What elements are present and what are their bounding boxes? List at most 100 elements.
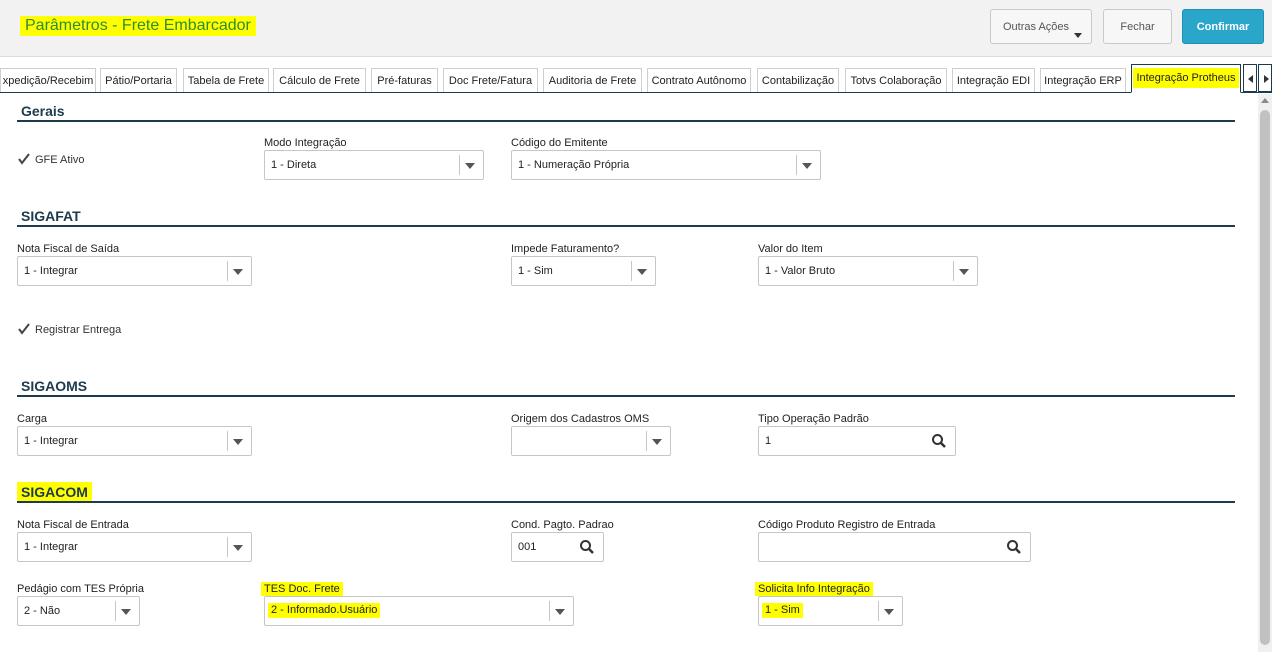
carga-value: 1 - Integrar — [24, 435, 78, 447]
chevron-down-icon — [802, 163, 812, 169]
codigo-emitente-value: 1 - Numeração Própria — [518, 159, 630, 171]
registrar-entrega-checkbox[interactable]: Registrar Entrega — [17, 322, 137, 338]
solicita-info-label-text: Solicita Info Integração — [755, 582, 873, 596]
more-actions-button[interactable]: Outras Ações — [990, 9, 1092, 44]
search-icon[interactable] — [931, 433, 947, 449]
field-separator — [115, 601, 116, 621]
scrollbar-thumb[interactable] — [1260, 110, 1270, 645]
section-title-sigaoms: SIGAOMS — [21, 378, 88, 394]
vertical-scrollbar[interactable] — [1258, 94, 1272, 652]
tab-bar: xpedição/Recebim Pátio/Portaria Tabela d… — [0, 64, 1272, 93]
chevron-down-icon — [959, 269, 969, 275]
tes-doc-frete-select[interactable]: 2 - Informado.Usuário — [264, 596, 574, 626]
solicita-info-value: 1 - Sim — [762, 603, 803, 618]
section-title-gerais: Gerais — [21, 103, 65, 119]
impede-faturamento-select[interactable]: 1 - Sim — [511, 256, 656, 286]
chevron-down-icon — [465, 163, 475, 169]
tab-doc-frete-fatura[interactable]: Doc Frete/Fatura — [443, 68, 538, 92]
pedagio-label: Pedágio com TES Própria — [17, 583, 144, 595]
field-separator — [227, 261, 228, 281]
tab-prev-button[interactable] — [1243, 64, 1257, 92]
nota-fiscal-saida-select[interactable]: 1 - Integrar — [17, 256, 252, 286]
arrow-left-icon — [1248, 75, 1253, 83]
scroll-up-icon[interactable] — [1261, 98, 1269, 103]
tab-integracao-edi[interactable]: Integração EDI — [952, 68, 1035, 92]
checkmark-icon — [18, 153, 30, 165]
tab-integracao-protheus[interactable]: Integração Protheus — [1131, 64, 1241, 93]
field-separator — [549, 601, 550, 621]
solicita-info-select[interactable]: 1 - Sim — [758, 596, 903, 626]
caret-down-icon — [1074, 33, 1082, 38]
modo-integracao-select[interactable]: 1 - Direta — [264, 150, 484, 180]
section-divider — [17, 395, 1235, 397]
field-separator — [953, 261, 954, 281]
section-title-sigafat: SIGAFAT — [21, 208, 81, 224]
header-bar: Parâmetros - Frete Embarcador Outras Açõ… — [0, 0, 1272, 57]
carga-select[interactable]: 1 - Integrar — [17, 426, 252, 456]
tab-contrato-autonomo[interactable]: Contrato Autônomo — [647, 68, 751, 92]
section-title-sigacom: SIGACOM — [17, 482, 92, 502]
nota-fiscal-saida-value: 1 - Integrar — [24, 265, 78, 277]
tipo-operacao-value: 1 — [765, 435, 772, 447]
tab-next-button[interactable] — [1258, 64, 1272, 92]
tab-totvs-colaboracao[interactable]: Totvs Colaboração — [845, 68, 947, 92]
impede-faturamento-label: Impede Faturamento? — [511, 243, 620, 255]
chevron-down-icon — [884, 609, 894, 615]
modo-integracao-label: Modo Integração — [264, 137, 347, 149]
codigo-produto-input[interactable] — [758, 532, 1031, 562]
carga-label: Carga — [17, 413, 47, 425]
tab-contabilizacao[interactable]: Contabilização — [757, 68, 839, 92]
tab-auditoria-frete[interactable]: Auditoria de Frete — [543, 68, 642, 92]
gfe-ativo-checkbox[interactable]: GFE Ativo — [17, 152, 117, 168]
search-icon[interactable] — [1006, 539, 1022, 555]
chevron-down-icon — [637, 269, 647, 275]
tab-calculo-frete[interactable]: Cálculo de Frete — [273, 68, 366, 92]
tab-integracao-protheus-label: Integração Protheus — [1133, 68, 1239, 88]
modo-integracao-value: 1 - Direta — [271, 159, 317, 171]
section-divider — [17, 120, 1235, 122]
chevron-down-icon — [233, 269, 243, 275]
gfe-ativo-label: GFE Ativo — [35, 154, 85, 166]
form-content: Gerais GFE Ativo Modo Integração 1 - Dir… — [0, 94, 1272, 652]
field-separator — [459, 155, 460, 175]
tipo-operacao-input[interactable]: 1 — [758, 426, 956, 456]
origem-cadastros-select[interactable] — [511, 426, 671, 456]
registrar-entrega-label: Registrar Entrega — [35, 324, 122, 336]
tab-tabela-frete[interactable]: Tabela de Frete — [183, 68, 269, 92]
checkmark-icon — [18, 323, 30, 335]
valor-item-value: 1 - Valor Bruto — [765, 265, 836, 277]
cond-pagto-input[interactable]: 001 — [511, 532, 604, 562]
field-separator — [796, 155, 797, 175]
field-separator — [227, 431, 228, 451]
codigo-emitente-label: Código do Emitente — [511, 137, 608, 149]
chevron-down-icon — [121, 609, 131, 615]
tes-doc-frete-label: TES Doc. Frete — [261, 582, 343, 596]
page-title: Parâmetros - Frete Embarcador — [20, 16, 256, 36]
field-separator — [631, 261, 632, 281]
tab-pre-faturas[interactable]: Pré-faturas — [371, 68, 438, 92]
nota-fiscal-saida-label: Nota Fiscal de Saída — [17, 243, 120, 255]
tipo-operacao-label: Tipo Operação Padrão — [758, 413, 869, 425]
tab-patio-portaria[interactable]: Pátio/Portaria — [100, 68, 177, 92]
nota-fiscal-entrada-value: 1 - Integrar — [24, 541, 78, 553]
chevron-down-icon — [233, 439, 243, 445]
search-icon[interactable] — [579, 539, 595, 555]
tab-expedicao[interactable]: xpedição/Recebim — [0, 68, 96, 92]
pedagio-select[interactable]: 2 - Não — [17, 596, 140, 626]
arrow-right-icon — [1264, 75, 1269, 83]
impede-faturamento-value: 1 - Sim — [518, 265, 553, 277]
tes-doc-frete-label-text: TES Doc. Frete — [261, 582, 343, 596]
field-separator — [878, 601, 879, 621]
chevron-down-icon — [233, 545, 243, 551]
nota-fiscal-entrada-select[interactable]: 1 - Integrar — [17, 532, 252, 562]
pedagio-value: 2 - Não — [24, 605, 61, 617]
section-divider — [17, 225, 1235, 227]
codigo-emitente-select[interactable]: 1 - Numeração Própria — [511, 150, 821, 180]
valor-item-select[interactable]: 1 - Valor Bruto — [758, 256, 978, 286]
confirm-button[interactable]: Confirmar — [1182, 9, 1264, 44]
close-button[interactable]: Fechar — [1103, 9, 1172, 44]
origem-cadastros-label: Origem dos Cadastros OMS — [511, 413, 650, 425]
section-divider — [17, 501, 1235, 503]
tab-integracao-erp[interactable]: Integração ERP — [1040, 68, 1126, 92]
chevron-down-icon — [555, 609, 565, 615]
